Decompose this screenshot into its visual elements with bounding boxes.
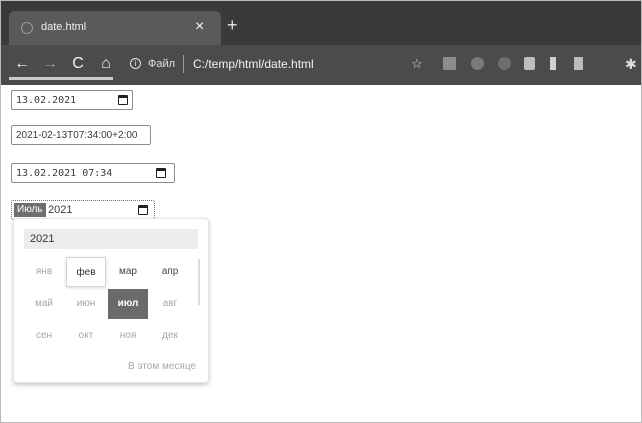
extension-2-icon[interactable] (471, 57, 484, 70)
date-input[interactable]: 13.02.2021 (11, 90, 133, 110)
extension-4-icon[interactable] (524, 57, 535, 70)
month-cell-aug[interactable]: авг (150, 289, 190, 319)
this-month-button[interactable]: В этом месяце (128, 361, 196, 372)
home-icon[interactable]: ⌂ (95, 53, 117, 75)
month-cell-jul[interactable]: июл (108, 289, 148, 319)
browser-toolbar: ← → C ⌂ i Файл C:/temp/html/date.html ☆ … (1, 45, 641, 85)
extension-6-icon[interactable] (574, 57, 583, 70)
datetime-local-input[interactable]: 13.02.2021 07:34 (11, 163, 175, 183)
tab-title: date.html (41, 21, 87, 33)
month-segment[interactable]: Июль (14, 203, 46, 217)
site-info-icon[interactable]: i (130, 58, 141, 69)
address-bar-url[interactable]: C:/temp/html/date.html (193, 57, 314, 71)
month-cell-oct[interactable]: окт (66, 321, 106, 351)
favorite-star-icon[interactable]: ☆ (411, 56, 423, 72)
tab-strip: date.html × + (1, 1, 641, 45)
month-input[interactable]: Июль 2021 (11, 200, 155, 220)
browser-tab[interactable]: date.html × (9, 11, 221, 45)
extensions-puzzle-icon[interactable]: ✱ (625, 56, 637, 72)
month-cell-dec[interactable]: дек (150, 321, 190, 351)
forward-icon[interactable]: → (39, 53, 61, 75)
month-cell-mar[interactable]: мар (108, 257, 148, 287)
datetime-text-input[interactable]: 2021-02-13T07:34:00+2:00 (11, 125, 151, 145)
picker-year-header[interactable]: 2021 (24, 229, 198, 249)
browser-window: date.html × + ← → C ⌂ i Файл C:/temp/htm… (0, 0, 642, 423)
month-cell-jun[interactable]: июн (66, 289, 106, 319)
calendar-icon[interactable] (156, 168, 166, 178)
extension-1-icon[interactable] (443, 57, 456, 70)
new-tab-icon[interactable]: + (227, 16, 238, 34)
calendar-icon[interactable] (118, 95, 128, 105)
month-picker-popup: 2021 янв фев мар апр май июн июл авг сен… (13, 218, 209, 383)
date-input-value: 13.02.2021 (16, 95, 77, 106)
month-cell-may[interactable]: май (24, 289, 64, 319)
month-cell-jan[interactable]: янв (24, 257, 64, 287)
reload-icon[interactable]: C (67, 53, 89, 75)
back-icon[interactable]: ← (11, 53, 33, 75)
month-cell-sep[interactable]: сен (24, 321, 64, 351)
month-cell-nov[interactable]: ноя (108, 321, 148, 351)
calendar-icon[interactable] (138, 205, 148, 215)
month-cell-feb[interactable]: фев (66, 257, 106, 287)
toolbar-focus-underline (9, 77, 113, 80)
page-favicon-icon (21, 22, 33, 34)
address-separator (183, 55, 184, 73)
year-segment[interactable]: 2021 (48, 204, 72, 216)
month-cell-apr[interactable]: апр (150, 257, 190, 287)
extension-3-icon[interactable] (498, 57, 511, 70)
picker-scrollbar[interactable] (198, 259, 200, 305)
datetime-local-value: 13.02.2021 07:34 (16, 168, 113, 179)
datetime-text-value: 2021-02-13T07:34:00+2:00 (16, 130, 138, 141)
extension-5-icon[interactable] (550, 57, 556, 70)
close-tab-icon[interactable]: × (195, 18, 204, 36)
address-scheme-label[interactable]: Файл (148, 58, 175, 70)
